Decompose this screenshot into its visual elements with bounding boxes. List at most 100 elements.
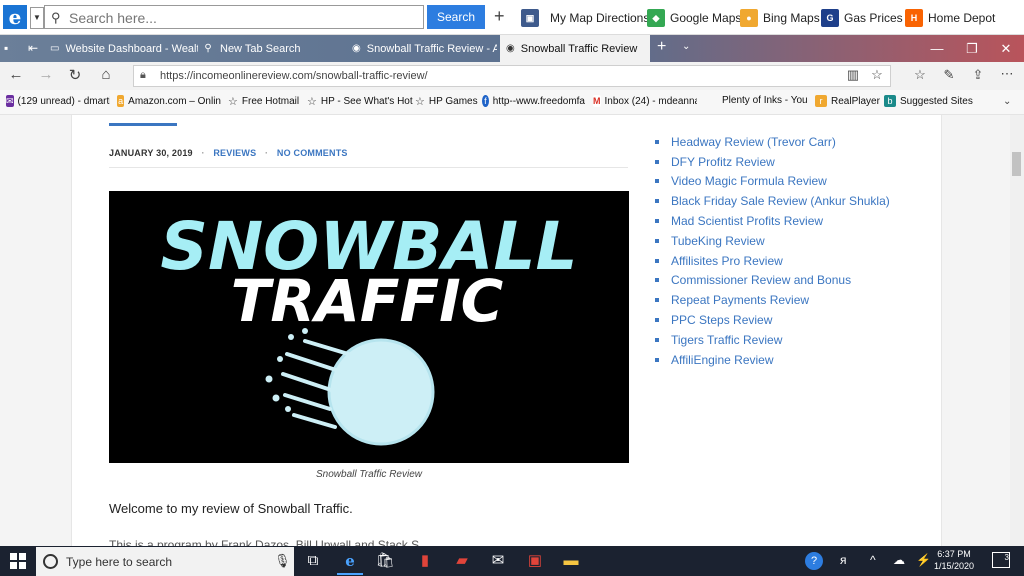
close-window-icon[interactable]: ✕ [989,35,1023,62]
sidebar-link[interactable]: AffiliEngine Review [655,350,890,370]
sidebar-link[interactable]: Repeat Payments Review [655,290,890,310]
sidebar-link[interactable]: Headway Review (Trevor Carr) [655,132,890,152]
post-date: JANUARY 30, 2019 [109,148,193,158]
sidebar-link-text[interactable]: AffiliEngine Review [671,353,774,367]
comments-link[interactable]: NO COMMENTS [277,148,348,158]
fav-hp-whats-hot[interactable]: ☆ HP - See What's Hot [307,95,413,108]
set-tabs-aside-icon[interactable]: ⇤ [28,41,38,55]
back-icon[interactable]: ← [6,66,26,83]
chevron-down-icon[interactable]: ▼ [30,7,44,29]
tab-snowball-review-active[interactable]: ◉ Snowball Traffic Review ✕ [500,35,650,62]
more-icon[interactable]: ⋯ [997,66,1017,82]
close-tab-icon[interactable]: ✕ [649,42,650,55]
minimize-icon[interactable]: — [920,35,954,62]
gas-prices-icon: G [821,9,839,27]
microphone-icon[interactable]: 🎙︎ [274,553,291,569]
category-link[interactable]: REVIEWS [213,148,256,158]
fav-label: Inbox (24) - mdeanna [604,95,698,107]
chevron-down-icon[interactable]: ⌄ [1003,96,1011,107]
tab-manager-icon[interactable]: ▪ [4,41,8,55]
sidebar-link-text[interactable]: Affilisites Pro Review [671,254,783,268]
fav-realplayer[interactable]: r RealPlayer [815,95,880,107]
bullet [655,337,659,342]
tab-label: Snowball Traffic Review - A [366,42,497,55]
scrollbar-track[interactable] [1010,115,1024,546]
search-icon: ⚲ [51,10,61,25]
task-view-icon[interactable]: ⧉ [300,549,326,573]
sidebar-link[interactable]: Affilisites Pro Review [655,251,890,271]
toolbar-link-google-maps[interactable]: ◆ Google Maps [647,9,741,27]
favorite-star-icon[interactable]: ☆ [867,67,887,83]
tab-snowball-review-a[interactable]: ◉ Snowball Traffic Review - A [352,35,497,62]
network-icon[interactable]: ⚡ [916,553,931,567]
sidebar-link-text[interactable]: Headway Review (Trevor Carr) [671,135,836,149]
edge-app-icon[interactable]: e [337,549,363,575]
pen-icon[interactable]: ✎ [939,67,959,83]
address-field[interactable]: 🔒︎ https://incomeonlinereview.com/snowba… [133,65,891,87]
forward-icon[interactable]: → [36,66,56,83]
toolbar-link-my-map-directions[interactable]: ▣ My Map Directions [521,9,649,27]
toolbar-search-button[interactable]: Search [427,5,485,29]
home-icon[interactable]: ⌂ [96,66,116,83]
notification-center-icon[interactable]: 3 [992,552,1010,568]
sidebar-link-text[interactable]: Mad Scientist Profits Review [671,214,823,228]
reading-view-icon[interactable]: ▥ [843,67,863,83]
edge-logo-icon[interactable]: e [3,5,27,29]
fav-freedom[interactable]: f http--www.freedomfa [482,95,585,107]
sidebar-link[interactable]: Black Friday Sale Review (Ankur Shukla) [655,191,890,211]
sidebar-link-text[interactable]: PPC Steps Review [671,313,772,327]
people-icon[interactable]: ᴙ [840,553,847,567]
fav-suggested-sites[interactable]: b Suggested Sites [884,95,973,107]
favorites-hub-icon[interactable]: ☆ [910,67,930,83]
chevron-up-icon[interactable]: ^ [870,553,876,567]
sidebar-link-text[interactable]: DFY Profitz Review [671,155,775,169]
sidebar-link-text[interactable]: Tigers Traffic Review [671,333,782,347]
refresh-icon[interactable]: ↻ [65,66,85,84]
fav-amazon[interactable]: a Amazon.com – Onlin [117,95,221,107]
help-icon[interactable]: ? [805,552,823,570]
new-tab-icon[interactable]: + [657,38,666,56]
toolbar-search-box[interactable]: ⚲ [44,5,424,29]
sidebar-link-text[interactable]: Commissioner Review and Bonus [671,273,851,287]
sidebar-link[interactable]: TubeKing Review [655,231,890,251]
toolbar-link-bing-maps[interactable]: ● Bing Maps [740,9,820,27]
file-explorer-icon[interactable]: ▬ [558,549,584,573]
sidebar-link-text[interactable]: Video Magic Formula Review [671,174,827,188]
star-icon: ☆ [415,96,425,108]
sidebar-link[interactable]: DFY Profitz Review [655,152,890,172]
sidebar-link[interactable]: PPC Steps Review [655,310,890,330]
sidebar-link-text[interactable]: TubeKing Review [671,234,765,248]
restore-icon[interactable]: ❐ [955,35,989,62]
chevron-down-icon[interactable]: ⌄ [682,41,690,52]
sidebar-link[interactable]: Commissioner Review and Bonus [655,271,890,291]
tab-new-tab-search[interactable]: ⚲ New Tab Search [202,35,347,62]
sidebar-link[interactable]: Video Magic Formula Review [655,172,890,192]
calendar-icon[interactable]: ▣ [522,549,548,573]
fav-gmail-inbox[interactable]: M Inbox (24) - mdeanna [593,95,697,107]
sidebar-link-text[interactable]: Repeat Payments Review [671,293,809,307]
fav-yahoo-mail[interactable]: ✉ (129 unread) - dmarti [6,95,110,107]
mail-icon[interactable]: ✉ [485,549,511,573]
toolbar-link-gas-prices[interactable]: G Gas Prices [821,9,903,27]
add-icon[interactable]: + [494,6,505,27]
scrollbar-thumb[interactable] [1012,152,1021,176]
system-clock[interactable]: 6:37 PM 1/15/2020 [930,548,978,572]
share-icon[interactable]: ⇪ [968,67,988,83]
meta-separator: · [201,148,205,158]
sidebar-link-text[interactable]: Black Friday Sale Review (Ankur Shukla) [671,194,890,208]
fav-plenty-of-inks[interactable]: Plenty of Inks - Your S [722,95,808,106]
fav-hp-games[interactable]: ☆ HP Games [415,95,478,108]
store-icon[interactable]: 🛍︎ [372,549,398,573]
url-text: https://incomeonlinereview.com/snowball-… [160,70,428,82]
sidebar-link[interactable]: Tigers Traffic Review [655,330,890,350]
toolbar-link-home-depot[interactable]: H Home Depot [905,9,995,27]
tab-website-dashboard[interactable]: ▭ Website Dashboard - Wealt [50,35,198,62]
word-icon[interactable]: ▮ [412,549,438,573]
pdf-icon[interactable]: ▰ [449,549,475,573]
taskbar-search-box[interactable]: Type here to search 🎙︎ [36,547,294,576]
sidebar-link[interactable]: Mad Scientist Profits Review [655,211,890,231]
windows-start-icon[interactable] [10,553,26,569]
fav-free-hotmail[interactable]: ☆ Free Hotmail [228,95,299,108]
cloud-icon[interactable]: ☁ [893,553,905,567]
toolbar-search-input[interactable] [67,8,411,28]
